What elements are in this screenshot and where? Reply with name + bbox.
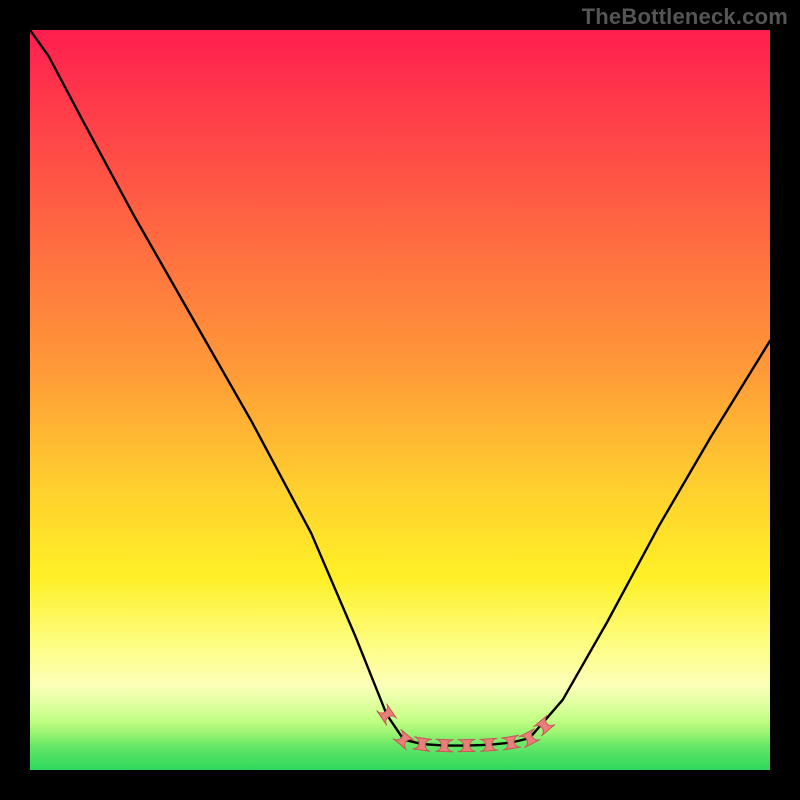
curve-path bbox=[30, 30, 770, 746]
basin-marker bbox=[519, 729, 540, 748]
plot-area bbox=[30, 30, 770, 770]
basin-marker bbox=[393, 729, 415, 750]
basin-marker bbox=[534, 715, 555, 736]
bottleneck-curve bbox=[30, 30, 770, 746]
curve-layer bbox=[30, 30, 770, 770]
basin-marker bbox=[377, 704, 397, 726]
basin-markers bbox=[377, 704, 555, 752]
watermark-text: TheBottleneck.com bbox=[582, 4, 788, 30]
chart-stage: TheBottleneck.com bbox=[0, 0, 800, 800]
